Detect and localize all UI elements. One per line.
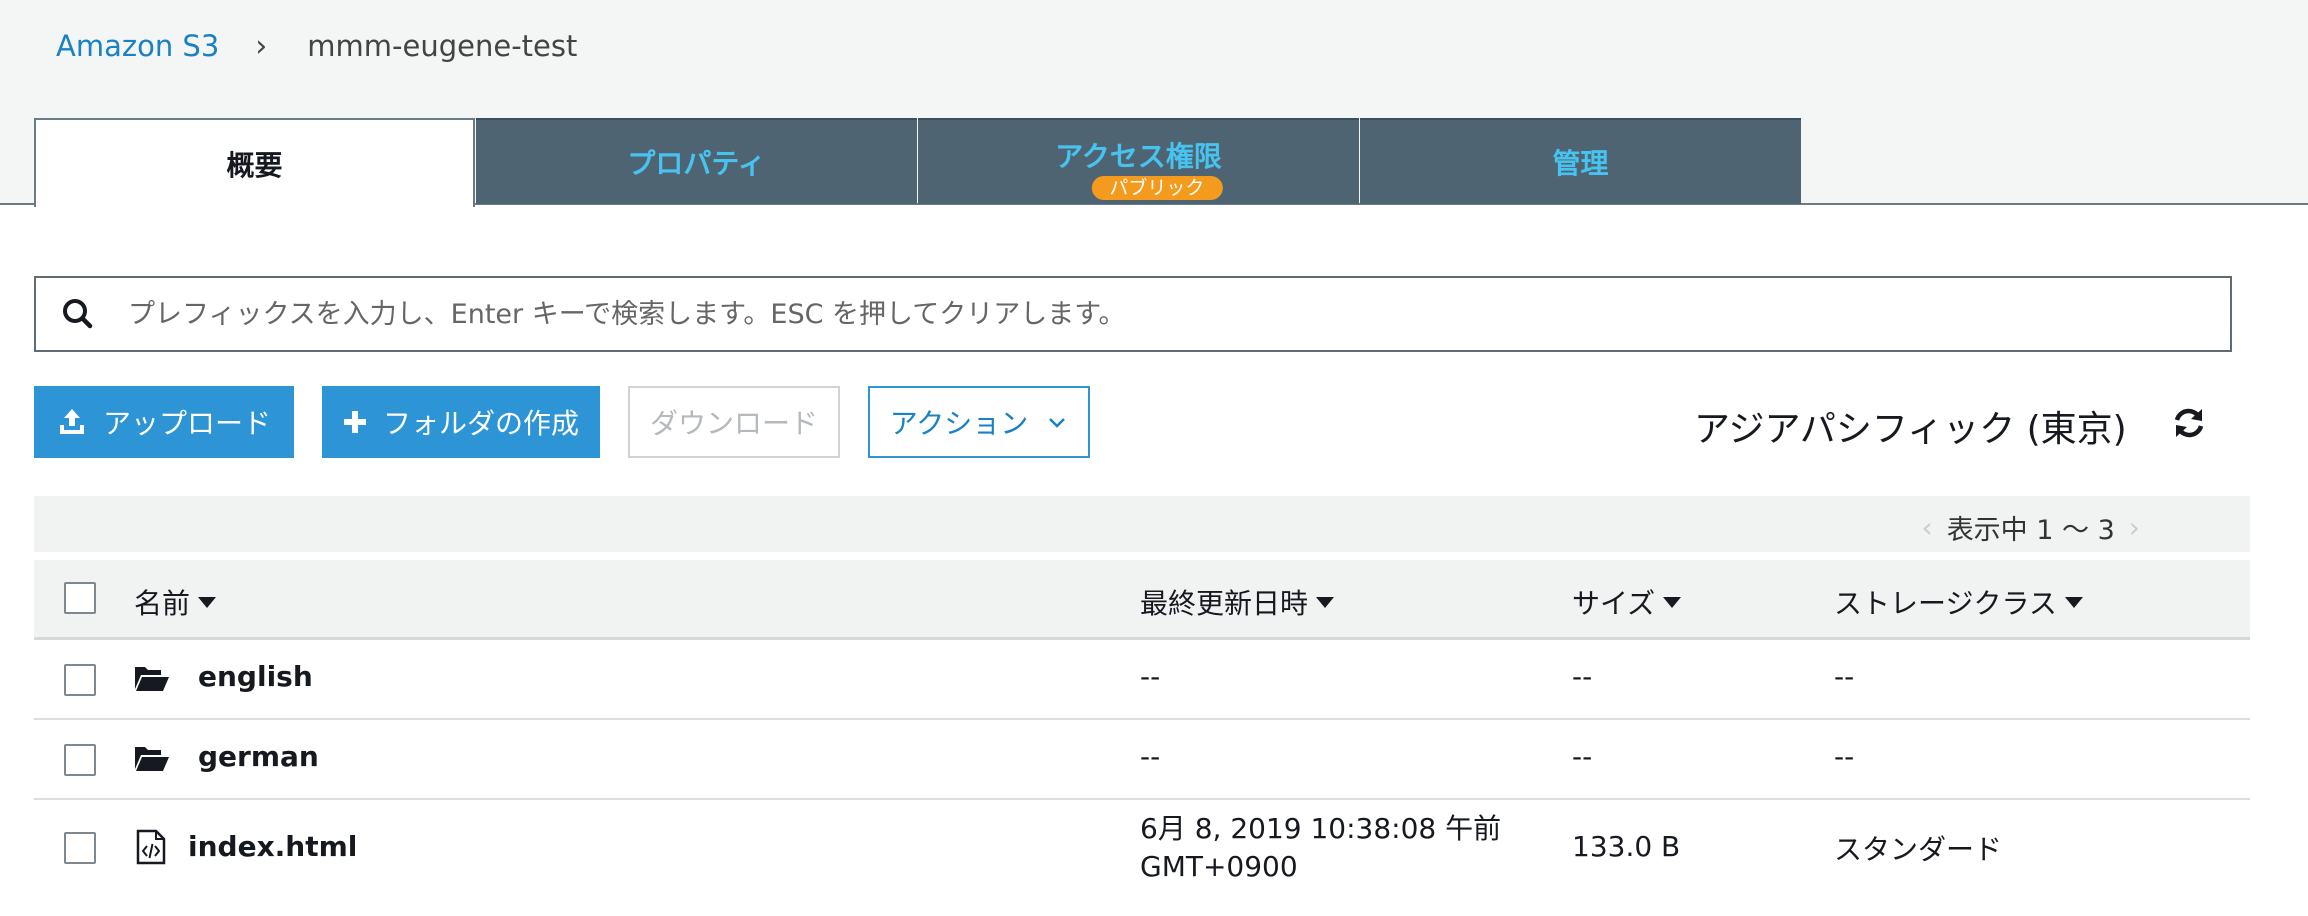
toolbar: アップロード フォルダの作成 ダウンロード アクション アジアパシフィック (東… bbox=[34, 386, 2234, 458]
pagination: ‹ 表示中 1 〜 3 › bbox=[1907, 508, 2154, 547]
breadcrumb-amazon-s3[interactable]: Amazon S3 bbox=[56, 29, 219, 63]
tab-label: 概要 bbox=[226, 148, 283, 182]
row-checkbox[interactable] bbox=[64, 832, 96, 864]
code-file-icon bbox=[136, 829, 166, 865]
sort-caret-icon bbox=[2064, 596, 2083, 608]
table-row[interactable]: index.html 6月 8, 2019 10:38:08 午前 GMT+09… bbox=[34, 800, 2250, 896]
create-folder-label: フォルダの作成 bbox=[382, 407, 579, 440]
column-size-header[interactable]: サイズ bbox=[1572, 582, 1682, 622]
upload-label: アップロード bbox=[102, 407, 271, 440]
table-row[interactable]: german -- -- -- bbox=[34, 720, 2250, 800]
tab-management[interactable]: 管理 bbox=[1360, 118, 1801, 204]
public-badge: パブリック bbox=[1091, 176, 1223, 200]
tab-label: プロパティ bbox=[627, 147, 766, 180]
size-cell: -- bbox=[1572, 660, 1593, 693]
upload-icon bbox=[57, 407, 87, 437]
row-checkbox[interactable] bbox=[64, 744, 96, 776]
actions-label: アクション bbox=[889, 407, 1029, 440]
sort-caret-icon bbox=[1316, 596, 1335, 608]
column-modified-header[interactable]: 最終更新日時 bbox=[1140, 582, 1335, 622]
column-storage-class-header[interactable]: ストレージクラス bbox=[1834, 582, 2083, 622]
upload-button[interactable]: アップロード bbox=[34, 386, 294, 458]
chevron-right-icon: › bbox=[255, 28, 268, 64]
column-name-header[interactable]: 名前 bbox=[134, 582, 217, 622]
breadcrumb-bucket: mmm-eugene-test bbox=[307, 29, 578, 63]
plus-icon bbox=[343, 410, 367, 434]
create-folder-button[interactable]: フォルダの作成 bbox=[322, 386, 600, 458]
folder-icon bbox=[135, 747, 169, 771]
column-label: 最終更新日時 bbox=[1140, 587, 1309, 620]
size-cell: -- bbox=[1572, 740, 1593, 773]
modified-cell: 6月 8, 2019 10:38:08 午前 GMT+0900 bbox=[1140, 810, 1501, 886]
column-label: ストレージクラス bbox=[1834, 587, 2057, 620]
table-row[interactable]: english -- -- -- bbox=[34, 640, 2250, 720]
tab-properties[interactable]: プロパティ bbox=[476, 118, 917, 204]
tab-label: アクセス権限 bbox=[1055, 140, 1222, 173]
prefix-search-box bbox=[34, 276, 2232, 352]
sort-caret-icon bbox=[198, 596, 217, 608]
tab-label: 管理 bbox=[1552, 147, 1609, 180]
download-label: ダウンロード bbox=[649, 407, 818, 440]
region-label: アジアパシフィック (東京) bbox=[1694, 409, 2127, 450]
row-checkbox[interactable] bbox=[64, 664, 96, 696]
storage-class-cell: -- bbox=[1834, 660, 1855, 693]
prev-page-button[interactable]: ‹ bbox=[1921, 511, 1932, 544]
refresh-icon[interactable] bbox=[2170, 404, 2208, 442]
pagination-status: 表示中 1 〜 3 bbox=[1946, 515, 2115, 546]
actions-dropdown[interactable]: アクション bbox=[868, 386, 1090, 458]
table-header: 名前 最終更新日時 サイズ ストレージクラス bbox=[34, 560, 2250, 640]
object-name-link[interactable]: index.html bbox=[188, 830, 357, 863]
search-input[interactable] bbox=[128, 298, 2230, 330]
download-button[interactable]: ダウンロード bbox=[628, 386, 840, 458]
modified-datetime: 6月 8, 2019 10:38:08 午前 bbox=[1140, 812, 1502, 845]
storage-class-cell: スタンダード bbox=[1834, 833, 2003, 866]
column-label: 名前 bbox=[134, 587, 191, 620]
sort-caret-icon bbox=[1663, 596, 1682, 608]
storage-class-cell: -- bbox=[1834, 740, 1855, 773]
object-name-link[interactable]: english bbox=[198, 660, 313, 693]
column-label: サイズ bbox=[1572, 587, 1656, 620]
breadcrumb: Amazon S3 › mmm-eugene-test bbox=[56, 26, 577, 66]
size-cell: 133.0 B bbox=[1572, 830, 1681, 863]
pagination-bar: ‹ 表示中 1 〜 3 › bbox=[34, 496, 2250, 552]
search-icon bbox=[63, 299, 93, 329]
select-all-checkbox[interactable] bbox=[64, 582, 96, 614]
modified-timezone: GMT+0900 bbox=[1140, 850, 1298, 883]
folder-icon bbox=[135, 667, 169, 691]
next-page-button[interactable]: › bbox=[2129, 511, 2140, 544]
tab-overview[interactable]: 概要 bbox=[34, 118, 475, 207]
modified-cell: -- bbox=[1140, 740, 1161, 773]
modified-cell: -- bbox=[1140, 660, 1161, 693]
tab-permissions[interactable]: アクセス権限 パブリック bbox=[918, 118, 1359, 204]
object-name-link[interactable]: german bbox=[198, 740, 319, 773]
chevron-down-icon bbox=[1049, 418, 1066, 428]
tab-bar: 概要 プロパティ アクセス権限 パブリック 管理 bbox=[34, 118, 1802, 207]
